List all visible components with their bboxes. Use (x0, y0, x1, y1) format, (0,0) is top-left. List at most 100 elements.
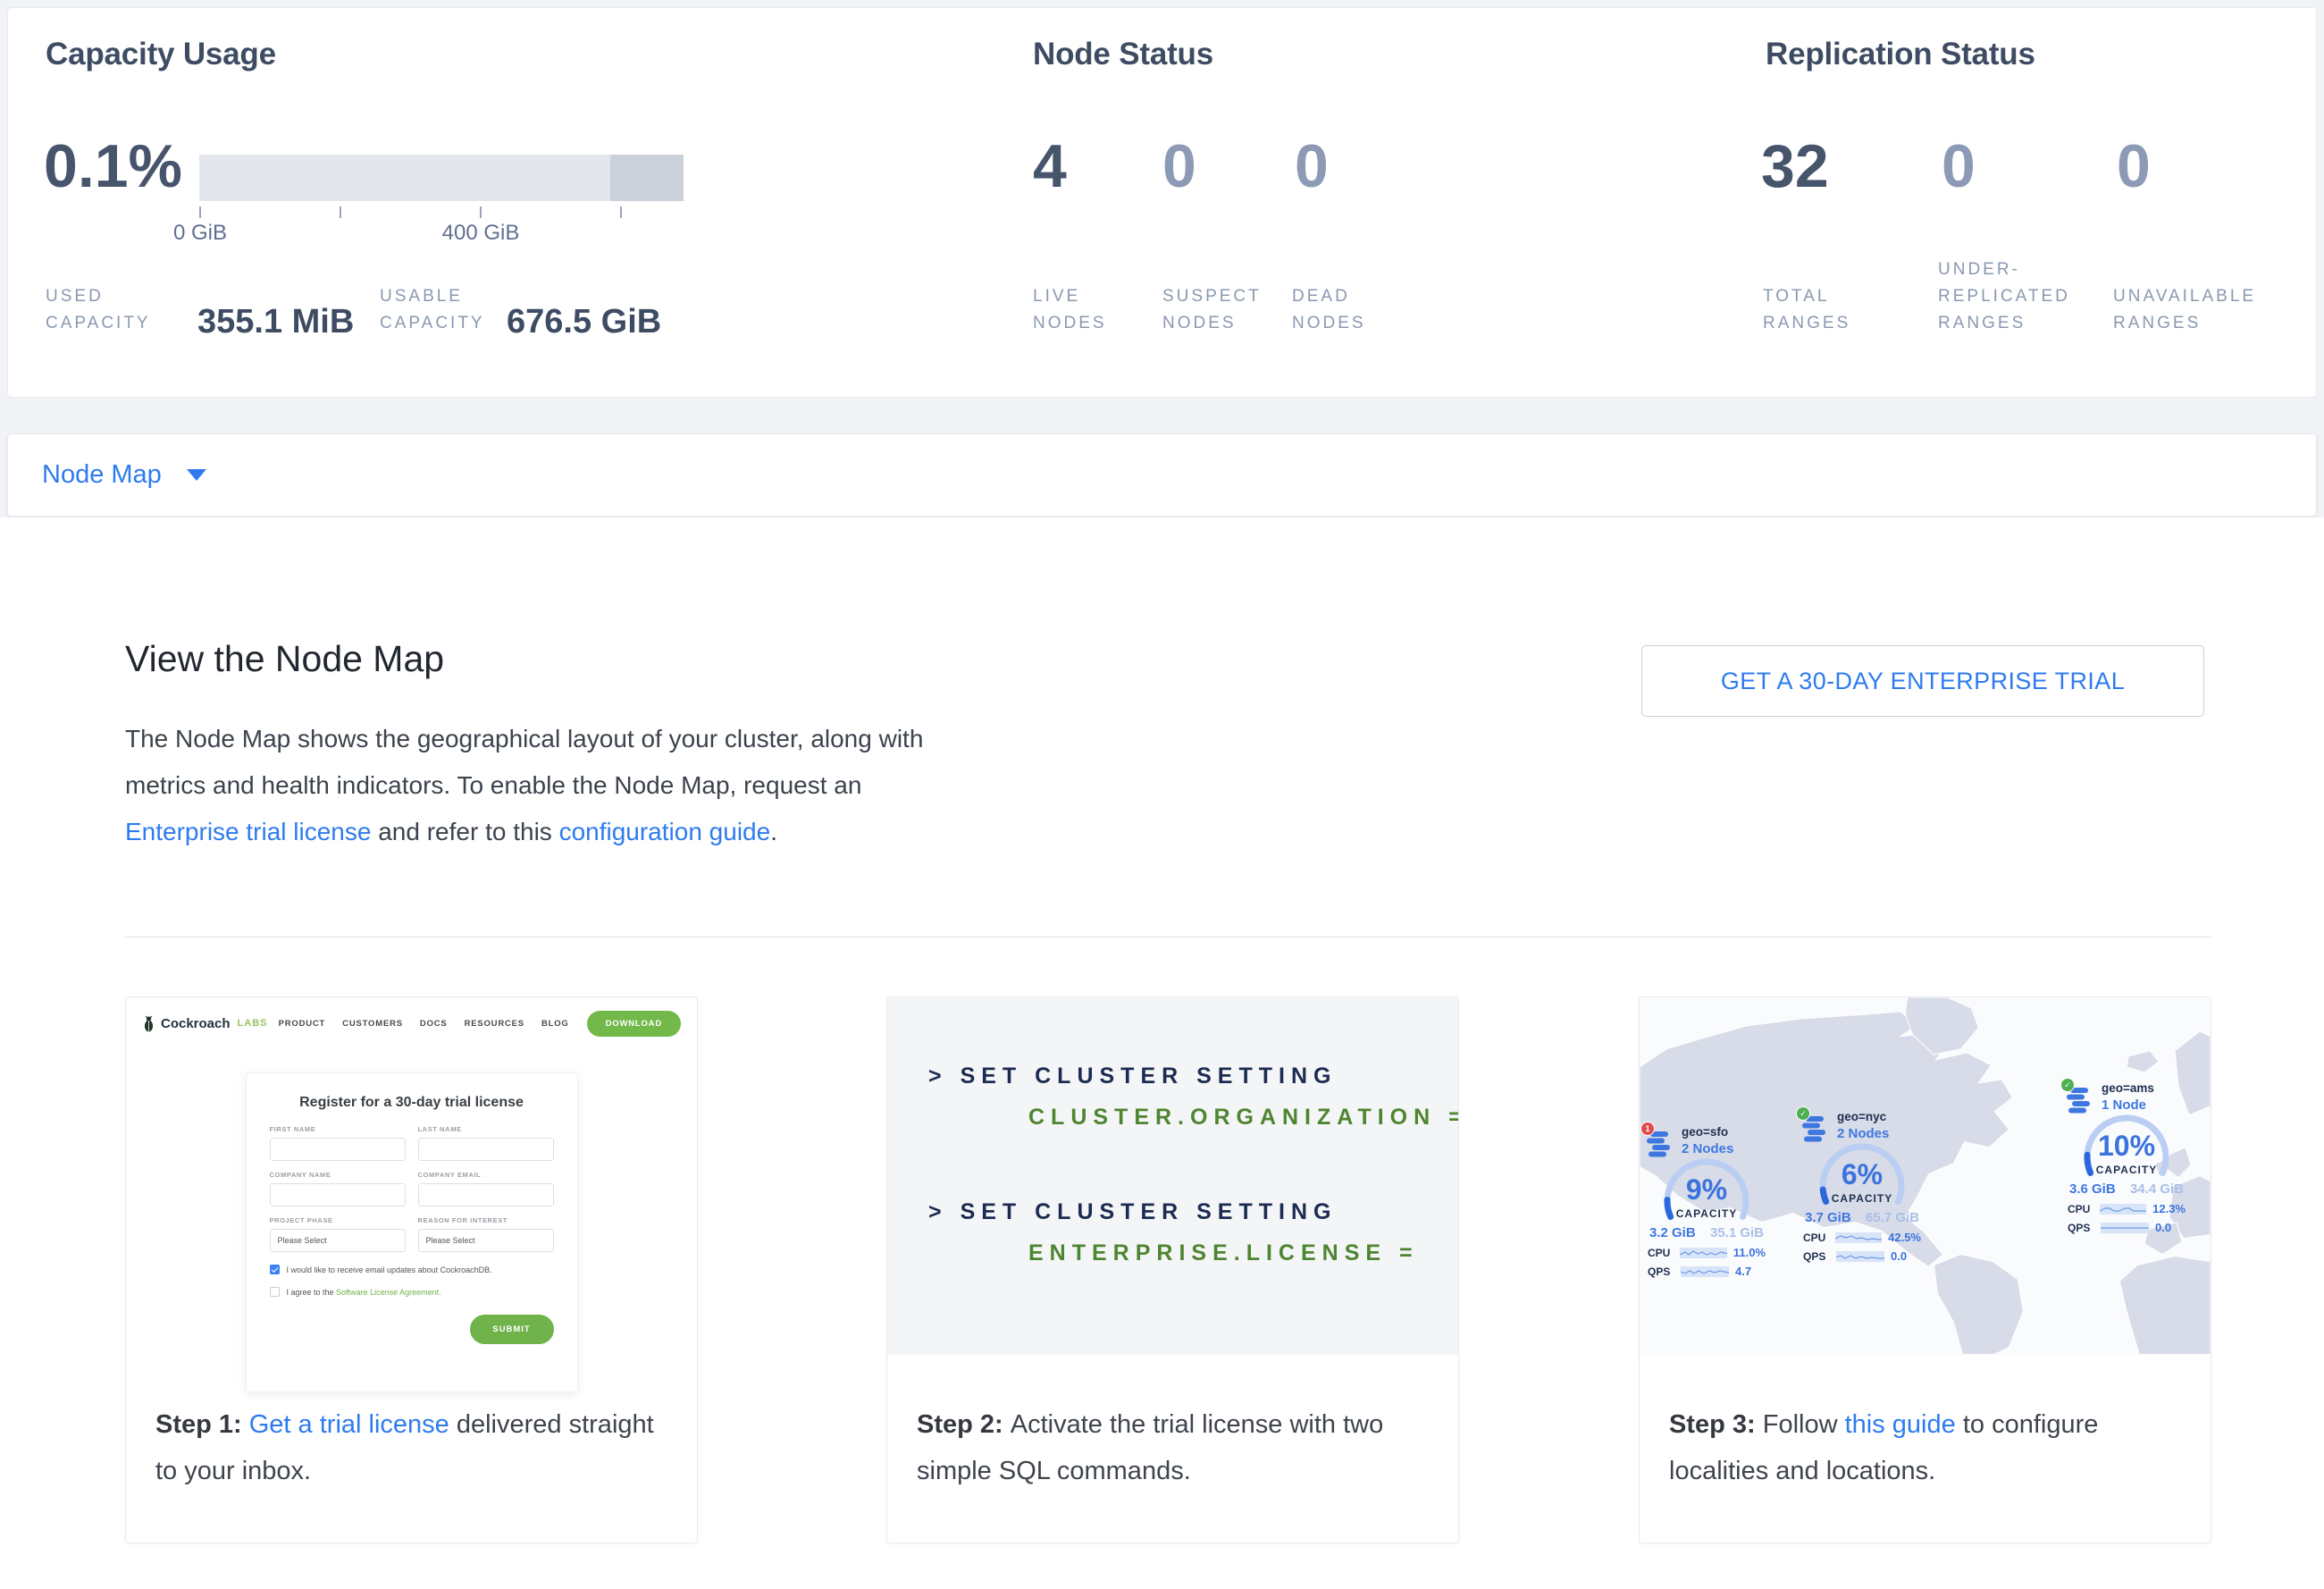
sql-code-block: > SET CLUSTER SETTING CLUSTER.ORGANIZATI… (887, 997, 1458, 1355)
page-title: View the Node Map (125, 638, 444, 680)
first-name-field (270, 1138, 406, 1161)
sql-setting-name: CLUSTER.ORGANIZATION = (1028, 1105, 1458, 1131)
database-icon (2067, 1088, 2090, 1114)
capacity-bar (199, 155, 684, 201)
enterprise-trial-license-link[interactable]: Enterprise trial license (125, 818, 371, 845)
form-field: LAST NAME (418, 1125, 554, 1161)
view-selector-bar: Node Map (7, 433, 2317, 517)
sql-prompt: > (928, 1064, 948, 1089)
project-phase-select: Please Select (270, 1229, 406, 1252)
qps-value: 0.0 (1891, 1249, 1907, 1263)
live-nodes-label: LIVE NODES (1033, 283, 1107, 337)
dead-nodes-value: 0 (1295, 133, 1329, 200)
under-replicated-ranges-value: 0 (1942, 133, 1976, 200)
get-trial-license-link[interactable]: Get a trial license (249, 1410, 449, 1439)
usable-capacity-label: USABLE CAPACITY (380, 283, 485, 337)
brand-name: Cockroach (161, 1016, 231, 1031)
capacity-label: CAPACITY (2077, 1164, 2176, 1176)
dead-nodes-label: DEAD NODES (1292, 283, 1366, 337)
nav-product: PRODUCT (279, 1019, 326, 1029)
locality-widget-sfo: 1 geo=sfo 2 Nodes (1647, 1125, 1766, 1278)
intro-paragraph: The Node Map shows the geographical layo… (125, 716, 961, 855)
axis-tick (620, 206, 622, 218)
usable-capacity-value: 676.5 GiB (507, 303, 661, 341)
nav-blog: BLOG (541, 1019, 569, 1029)
last-name-field (418, 1138, 554, 1161)
node-map-dropdown[interactable]: Node Map (42, 460, 206, 490)
node-map-preview: 1 geo=sfo 2 Nodes (1640, 997, 2211, 1355)
checkbox-checked-icon (270, 1265, 280, 1274)
unavailable-ranges-value: 0 (2117, 133, 2151, 200)
total-ranges-value: 32 (1761, 133, 1829, 200)
form-field: PROJECT PHASE Please Select (270, 1216, 406, 1252)
chevron-down-icon (187, 469, 206, 481)
node-map-dropdown-label: Node Map (42, 460, 162, 490)
locality-widget-nyc: ✓ geo=nyc 2 Nodes (1802, 1110, 1922, 1263)
total-ranges-label: TOTAL RANGES (1763, 283, 1850, 337)
email-updates-checkbox-row: I would like to receive email updates ab… (270, 1265, 554, 1274)
step3-card: 1 geo=sfo 2 Nodes (1639, 996, 2211, 1543)
replication-status-title: Replication Status (1766, 37, 2035, 72)
warning-badge: 1 (1640, 1122, 1655, 1136)
nav-customers: CUSTOMERS (342, 1019, 403, 1029)
qps-label: QPS (1803, 1250, 1830, 1263)
trial-license-form: Register for a 30-day trial license FIRS… (246, 1072, 578, 1392)
step2-caption: Step 2: Activate the trial license with … (917, 1401, 1433, 1494)
healthy-check-badge: ✓ (2060, 1078, 2075, 1092)
qps-label: QPS (2068, 1222, 2094, 1234)
intro-text: . (770, 818, 777, 845)
sql-command: SET CLUSTER SETTING (961, 1064, 1338, 1089)
qps-value: 4.7 (1735, 1265, 1751, 1278)
under-replicated-ranges-label: UNDER- REPLICATED RANGES (1938, 256, 2070, 337)
locality-node-count: 2 Nodes (1837, 1126, 1889, 1141)
axis-label-0: 0 GiB (151, 221, 249, 246)
sql-setting-name: ENTERPRISE.LICENSE = (1028, 1240, 1458, 1266)
checkbox-label: I would like to receive email updates ab… (287, 1265, 492, 1274)
capacity-bar-reserved-segment (610, 155, 684, 201)
mini-site-header: CockroachLABS PRODUCT CUSTOMERS DOCS RES… (126, 997, 697, 1049)
cluster-summary-panel: Capacity Usage 0.1% 0 GiB 400 GiB USED C… (7, 7, 2317, 398)
qps-value: 0.0 (2155, 1221, 2171, 1234)
mini-site-body: Register for a 30-day trial license FIRS… (126, 1049, 697, 1400)
step2-card: > SET CLUSTER SETTING CLUSTER.ORGANIZATI… (886, 996, 1459, 1543)
node-status-title: Node Status (1033, 37, 1213, 72)
unavailable-ranges-label: UNAVAILABLE RANGES (2113, 283, 2256, 337)
live-nodes-value: 4 (1033, 133, 1067, 200)
cockroach-labs-logo: CockroachLABS (142, 1015, 267, 1032)
axis-tick (199, 206, 201, 218)
locality-widget-ams: ✓ geo=ams 1 Node (2067, 1081, 2186, 1234)
step1-caption: Step 1: Get a trial license delivered st… (155, 1401, 672, 1494)
suspect-nodes-label: SUSPECT NODES (1162, 283, 1262, 337)
download-button: DOWNLOAD (587, 1011, 681, 1037)
database-icon (1802, 1116, 1825, 1143)
intro-text: The Node Map shows the geographical layo… (125, 725, 923, 799)
axis-tick (480, 206, 482, 218)
intro-text: and refer to this (371, 818, 558, 845)
locality-name: geo=sfo (1682, 1125, 1733, 1139)
used-capacity-value: 355.1 MiB (197, 303, 354, 341)
mini-site-nav: PRODUCT CUSTOMERS DOCS RESOURCES BLOG (279, 1019, 569, 1029)
qps-sparkline (1681, 1266, 1729, 1277)
axis-label-400: 400 GiB (432, 221, 530, 246)
capacity-percent: 0.1% (44, 133, 182, 200)
company-name-field (270, 1183, 406, 1206)
capacity-percent: 10% (2077, 1130, 2176, 1163)
qps-sparkline (2101, 1223, 2149, 1233)
checkbox-label: I agree to the Software License Agreemen… (287, 1288, 441, 1297)
submit-button: SUBMIT (470, 1315, 554, 1344)
configuration-guide-link[interactable]: configuration guide (559, 818, 771, 845)
nav-docs: DOCS (420, 1019, 448, 1029)
nav-resources: RESOURCES (465, 1019, 524, 1029)
step-number: Step 2: (917, 1410, 1011, 1439)
this-guide-link[interactable]: this guide (1845, 1410, 1956, 1439)
reason-for-interest-select: Please Select (418, 1229, 554, 1252)
capacity-label: CAPACITY (1657, 1207, 1756, 1220)
company-email-field (418, 1183, 554, 1206)
suspect-nodes-value: 0 (1162, 133, 1196, 200)
get-enterprise-trial-button[interactable]: GET A 30-DAY ENTERPRISE TRIAL (1641, 645, 2204, 717)
form-field: COMPANY NAME (270, 1171, 406, 1206)
capacity-usage-title: Capacity Usage (46, 37, 276, 72)
license-agreement-checkbox-row: I agree to the Software License Agreemen… (270, 1287, 554, 1297)
locality-node-count: 1 Node (2102, 1097, 2154, 1113)
healthy-check-badge: ✓ (1796, 1106, 1810, 1121)
